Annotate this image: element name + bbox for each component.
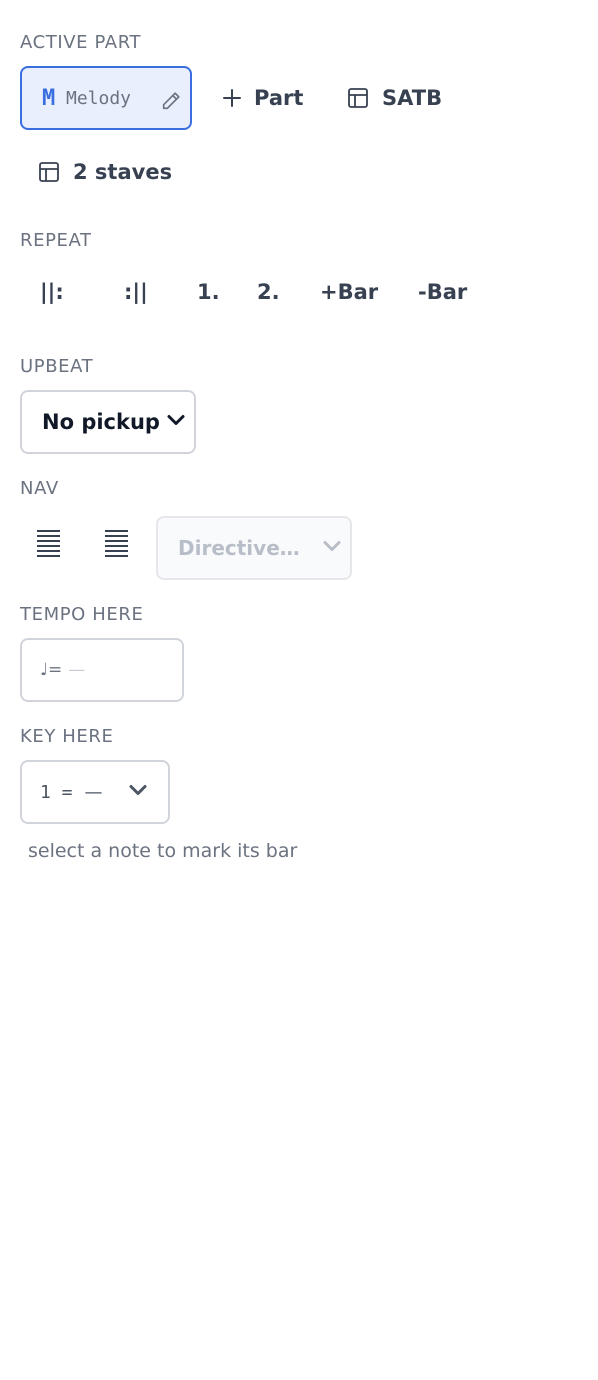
staves-button[interactable]: 2 staves (37, 160, 172, 184)
add-part-button[interactable]: Part (222, 86, 303, 110)
upbeat-selected: No pickup (42, 410, 160, 434)
upbeat-label: UPBEAT (20, 356, 94, 377)
directive-placeholder: Directive… (178, 536, 300, 560)
tempo-prefix: ♩= (40, 660, 63, 680)
chevron-down-icon (322, 539, 342, 558)
pencil-icon[interactable] (160, 90, 182, 116)
nav-prev-icon[interactable] (37, 530, 60, 557)
tempo-input[interactable]: ♩= — (20, 638, 184, 702)
chevron-down-icon (166, 413, 186, 432)
layout-icon (346, 86, 370, 110)
repeat-label: REPEAT (20, 230, 92, 251)
key-label: KEY HERE (20, 726, 114, 747)
active-part-label: ACTIVE PART (20, 32, 142, 53)
remove-bar-button[interactable]: -Bar (418, 280, 467, 304)
nav-next-icon[interactable] (105, 530, 128, 557)
tempo-label: TEMPO HERE (20, 604, 144, 625)
chevron-down-icon (128, 783, 148, 802)
first-ending-button[interactable]: 1. (197, 280, 220, 304)
part-name: Melody (66, 87, 132, 109)
plus-icon (222, 88, 242, 108)
nav-label: NAV (20, 478, 59, 499)
key-select[interactable]: 1 = — (20, 760, 170, 824)
upbeat-select[interactable]: No pickup (20, 390, 196, 454)
staves-label: 2 staves (73, 160, 173, 184)
active-part-chip[interactable]: M Melody (20, 66, 192, 130)
repeat-start-button[interactable]: ||: (40, 280, 64, 304)
layout-icon (37, 160, 61, 184)
add-part-label: Part (254, 86, 304, 110)
key-prefix: 1 = (40, 781, 73, 803)
second-ending-button[interactable]: 2. (257, 280, 280, 304)
directive-select[interactable]: Directive… (156, 516, 352, 580)
key-value: — (84, 781, 103, 803)
satb-button[interactable]: SATB (346, 86, 442, 110)
hint-text: select a note to mark its bar (28, 840, 298, 862)
repeat-end-button[interactable]: :|| (124, 280, 148, 304)
tempo-value: — (68, 660, 86, 680)
satb-label: SATB (382, 86, 443, 110)
part-letter: M (42, 85, 56, 111)
add-bar-button[interactable]: +Bar (320, 280, 378, 304)
